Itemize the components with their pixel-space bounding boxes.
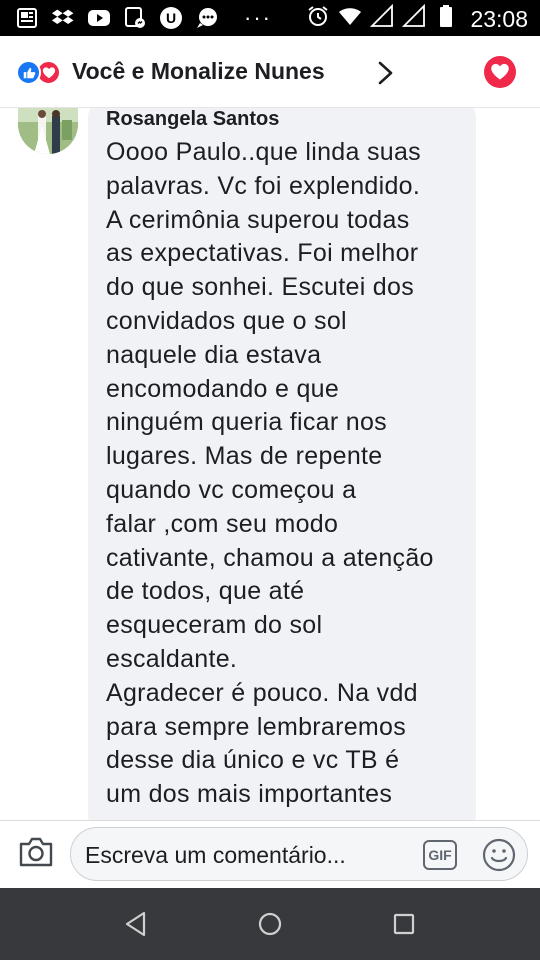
comment-line: Oooo Paulo..que linda suas	[106, 138, 421, 166]
comment-line: lugares. Mas de repente	[106, 442, 383, 471]
back-icon[interactable]	[120, 908, 152, 940]
comment-line: encomodando e que	[106, 374, 340, 403]
comment-line: falar ,com seu modo	[106, 509, 339, 538]
status-bar: U ··· 23:08	[0, 0, 540, 36]
recent-apps-icon[interactable]	[388, 908, 420, 940]
battery-icon	[434, 4, 458, 33]
reactions-summary[interactable]	[16, 60, 66, 86]
comment-line: A cerimônia superou todas	[106, 205, 410, 234]
conversation-header: Você e Monalize Nunes	[0, 36, 540, 108]
comment-line: do que sonhei. Escutei dos	[106, 273, 415, 302]
notification-icons: U ···	[14, 5, 272, 31]
comment-line: de todos, que até	[106, 577, 305, 606]
dropbox-icon	[50, 5, 76, 31]
comment-author[interactable]: Rosangela Santos	[106, 108, 279, 131]
emoji-icon[interactable]	[481, 837, 517, 873]
comment-text: Oooo Paulo..que linda suas palavras. Vc …	[106, 136, 472, 812]
comment-input[interactable]: Escreva um comentário... GIF	[70, 827, 528, 881]
comment-line: para sempre lembraremos	[106, 712, 407, 741]
chevron-right-icon[interactable]	[374, 58, 398, 88]
comment-line: desse dia único e vc TB é	[106, 746, 400, 775]
comment-line: naquele dia estava	[106, 340, 322, 369]
gif-button[interactable]: GIF	[423, 840, 457, 870]
more-notifications-indicator: ···	[244, 5, 272, 30]
comment-line: um dos mais importantes	[106, 780, 393, 809]
news-icon	[14, 5, 40, 31]
love-button[interactable]	[484, 56, 516, 88]
comment-line: convidados que o sol	[106, 306, 347, 335]
comment-line: quando vc começou a	[106, 475, 357, 504]
signal-icon	[370, 3, 394, 33]
avatar[interactable]	[18, 108, 78, 154]
comment-line: Agradecer é pouco. Na vdd	[106, 678, 418, 707]
comment-line: as expectativas. Foi melhor	[106, 239, 419, 268]
u-app-icon: U	[158, 5, 184, 31]
comment-thread[interactable]: Rosangela Santos Oooo Paulo..que linda s…	[0, 108, 540, 820]
chat-icon	[194, 5, 220, 31]
wifi-icon	[338, 4, 362, 33]
clock: 23:08	[470, 5, 528, 32]
camera-icon[interactable]	[18, 835, 54, 869]
signal-icon	[402, 3, 426, 33]
comment-line: esqueceram do sol	[106, 611, 323, 640]
alarm-icon	[306, 4, 330, 33]
system-navigation-bar	[0, 888, 540, 960]
home-icon[interactable]	[254, 908, 286, 940]
messenger-icon	[122, 5, 148, 31]
page-title[interactable]: Você e Monalize Nunes	[72, 58, 325, 85]
like-reaction-icon	[16, 60, 41, 85]
comment-line: escaldante.	[106, 644, 238, 673]
comment-composer: Escreva um comentário... GIF	[0, 820, 540, 888]
svg-text:U: U	[166, 10, 176, 26]
system-icons: 23:08	[306, 3, 528, 33]
comment-input-placeholder[interactable]: Escreva um comentário...	[85, 842, 346, 869]
comment-line: ninguém queria ficar nos	[106, 408, 387, 437]
comment-line: palavras. Vc foi explendido.	[106, 171, 421, 200]
youtube-icon	[86, 5, 112, 31]
comment-line: cativante, chamou a atenção	[106, 543, 434, 572]
